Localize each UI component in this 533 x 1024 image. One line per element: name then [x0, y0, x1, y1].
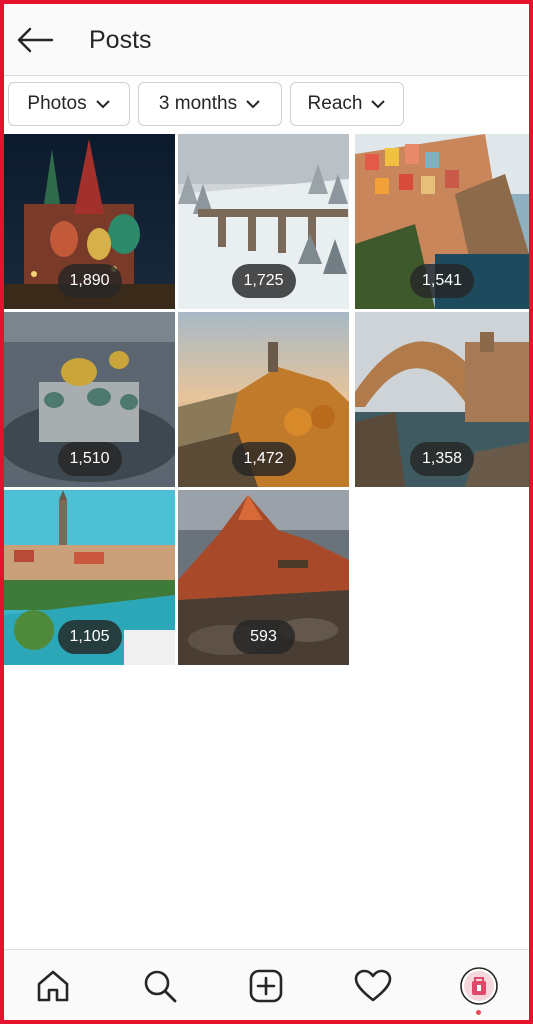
filter-media-type[interactable]: Photos: [8, 82, 130, 126]
reach-badge: 1,105: [57, 620, 122, 654]
post-tile[interactable]: 1,472: [178, 312, 349, 487]
page-title: Posts: [89, 26, 152, 54]
post-tile[interactable]: 1,358: [355, 312, 529, 487]
post-tile[interactable]: 1,890: [4, 134, 175, 309]
back-button[interactable]: [14, 22, 56, 58]
reach-badge: 1,472: [231, 442, 296, 476]
chevron-down-icon: [371, 100, 386, 109]
filter-time-range[interactable]: 3 months: [138, 82, 282, 126]
app-screen: Posts Photos 3 months Reach 1,890 1,725 …: [4, 4, 529, 1020]
arrow-left-icon: [17, 27, 54, 53]
post-tile[interactable]: 1,105: [4, 490, 175, 665]
reach-badge: 593: [232, 620, 295, 654]
heart-icon: [354, 969, 392, 1002]
filter-bar: Photos 3 months Reach: [4, 80, 529, 132]
reach-badge: 1,541: [409, 264, 475, 298]
bottom-navigation: [4, 949, 529, 1020]
nav-home[interactable]: [31, 964, 75, 1008]
nav-search[interactable]: [138, 964, 182, 1008]
reach-badge: 1,725: [231, 264, 296, 298]
filter-metric[interactable]: Reach: [290, 82, 404, 126]
post-tile[interactable]: 1,541: [355, 134, 529, 309]
reach-badge: 1,890: [57, 264, 122, 298]
post-tile[interactable]: 1,510: [4, 312, 175, 487]
search-icon: [144, 970, 177, 1003]
add-post-icon: [249, 969, 283, 1003]
filter-label: Reach: [307, 93, 363, 114]
filter-label: Photos: [27, 93, 87, 114]
nav-create-post[interactable]: [244, 964, 288, 1008]
nav-activity[interactable]: [351, 964, 395, 1008]
filter-label: 3 months: [158, 93, 238, 114]
profile-avatar-icon: [460, 967, 498, 1005]
reach-badge: 1,358: [409, 442, 475, 476]
post-tile[interactable]: 593: [178, 490, 349, 665]
chevron-down-icon: [246, 100, 260, 109]
reach-badge: 1,510: [57, 442, 122, 476]
nav-profile[interactable]: [457, 964, 501, 1008]
post-tile[interactable]: 1,725: [178, 134, 349, 309]
top-bar: Posts: [4, 4, 529, 76]
home-icon: [37, 970, 69, 1002]
active-indicator-dot: [476, 1010, 481, 1015]
chevron-down-icon: [95, 100, 110, 109]
